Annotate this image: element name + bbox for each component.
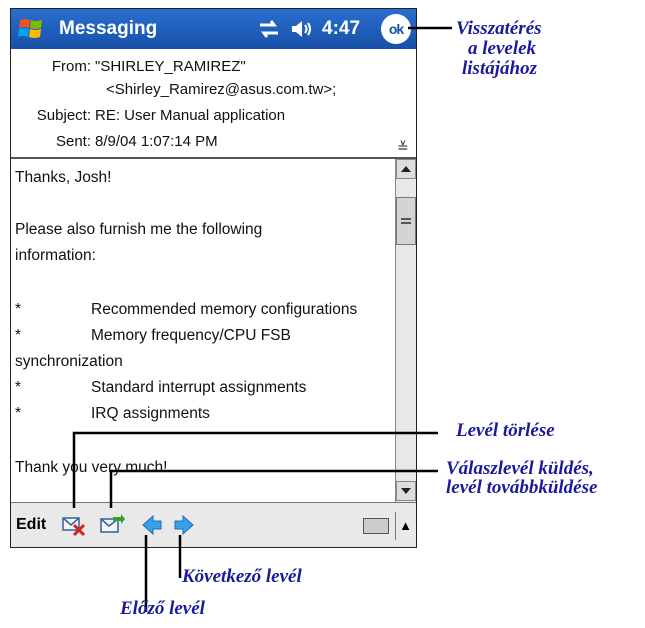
pocket-pc-screen: Messaging 4:47 ok From: "SHIRLEY_RAMIREZ… xyxy=(10,8,417,548)
body-line: synchronization xyxy=(15,353,123,370)
keyboard-icon[interactable] xyxy=(363,518,389,534)
annotation-line: listájához xyxy=(462,58,537,79)
from-label: From: xyxy=(51,58,91,75)
expand-header-icon[interactable]: ≚ xyxy=(397,139,409,156)
edit-menu[interactable]: Edit xyxy=(16,516,46,534)
vertical-scrollbar[interactable] xyxy=(395,159,416,502)
body-line: Thanks, Josh! xyxy=(15,169,112,186)
sent-label: Sent: xyxy=(55,133,91,150)
message-body[interactable]: Thanks, Josh! Please also furnish me the… xyxy=(11,159,395,502)
body-line: Please also furnish me the following xyxy=(15,221,263,238)
bullet-marker: * xyxy=(15,405,22,422)
windows-start-icon[interactable] xyxy=(17,15,45,43)
grip-icon xyxy=(401,218,411,224)
arrow-down-icon xyxy=(401,488,411,494)
annotation-prev: Előző levél xyxy=(120,598,205,619)
annotation-return: Visszatérés a levelek listájához xyxy=(456,18,542,80)
annotation-line: levél továbbküldése xyxy=(446,477,598,498)
arrow-up-icon xyxy=(401,166,411,172)
input-panel-toggle[interactable]: ▲ xyxy=(395,512,415,540)
next-message-icon[interactable] xyxy=(171,513,197,537)
bullet-marker: * xyxy=(15,379,22,396)
body-line: IRQ assignments xyxy=(91,405,210,422)
annotation-delete: Levél törlése xyxy=(456,420,555,441)
reply-forward-icon[interactable] xyxy=(99,513,125,537)
from-email[interactable]: <Shirley_Ramirez@asus.com.tw>; xyxy=(106,81,336,98)
bullet-marker: * xyxy=(15,301,22,318)
clock: 4:47 xyxy=(322,18,361,39)
body-line: Standard interrupt assignments xyxy=(91,379,307,396)
body-line: Thank you very much! xyxy=(15,459,168,476)
from-name: "SHIRLEY_RAMIREZ" xyxy=(95,58,246,75)
volume-icon[interactable] xyxy=(290,18,314,40)
annotation-reply: Válaszlevél küldés, levél továbbküldése xyxy=(446,458,597,499)
bullet-marker: * xyxy=(15,327,22,344)
body-line: information: xyxy=(15,247,96,264)
connectivity-icon[interactable] xyxy=(258,19,280,39)
title-bar: Messaging 4:47 ok xyxy=(11,9,416,49)
body-line: Recommended memory configurations xyxy=(91,301,358,318)
subject-value: RE: User Manual application xyxy=(95,107,286,124)
app-title: Messaging xyxy=(59,18,158,39)
scroll-down-button[interactable] xyxy=(396,481,416,501)
sent-value: 8/9/04 1:07:14 PM xyxy=(95,133,218,150)
body-line: Memory frequency/CPU FSB xyxy=(91,327,291,344)
previous-message-icon[interactable] xyxy=(139,513,165,537)
message-header: From: "SHIRLEY_RAMIREZ" <Shirley_Ramirez… xyxy=(11,49,416,157)
menu-bar: Edit ▲ xyxy=(11,502,416,547)
subject-label: Subject: xyxy=(36,107,91,124)
scroll-thumb[interactable] xyxy=(396,197,416,245)
annotation-next: Következő levél xyxy=(182,566,302,587)
scroll-up-button[interactable] xyxy=(396,159,416,179)
annotation-line: a levelek xyxy=(468,38,537,59)
annotation-line: Visszatérés xyxy=(456,18,542,39)
delete-message-icon[interactable] xyxy=(61,513,87,537)
ok-button[interactable]: ok xyxy=(381,14,411,44)
